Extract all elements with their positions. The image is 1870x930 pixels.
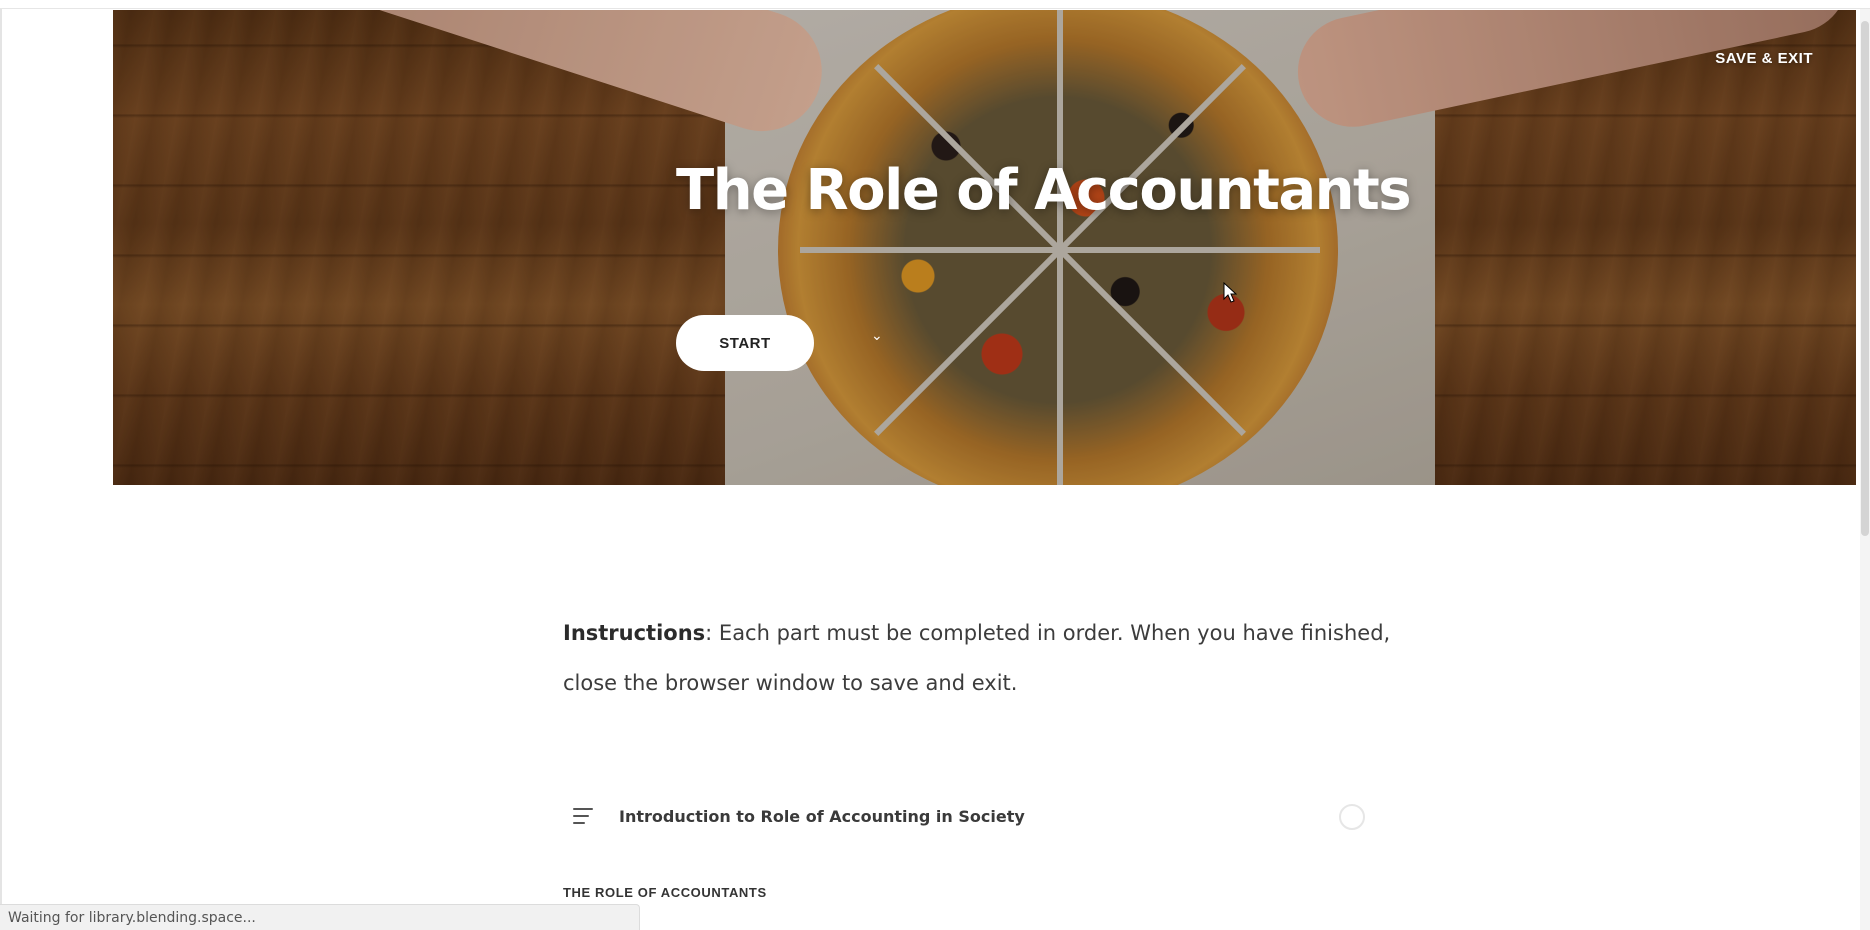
page-scrollbar[interactable]: [1860, 9, 1870, 930]
mouse-cursor-icon: [1223, 282, 1237, 303]
instructions-block: Instructions: Each part must be complete…: [563, 608, 1443, 708]
browser-status-bar: Waiting for library.blending.space...: [0, 904, 640, 930]
course-title: The Role of Accountants: [676, 158, 1412, 223]
save-exit-link[interactable]: SAVE & EXIT: [1715, 50, 1813, 67]
start-button[interactable]: START: [676, 315, 814, 371]
lesson-item[interactable]: Introduction to Role of Accounting in So…: [563, 796, 1365, 836]
hero-banner: The Role of Accountants START ⌄ SAVE & E…: [113, 10, 1856, 485]
hero-overlay: [113, 10, 1856, 485]
top-edge: [0, 0, 1870, 9]
lesson-title[interactable]: Introduction to Role of Accounting in So…: [619, 807, 1025, 826]
status-text: Waiting for library.blending.space...: [8, 910, 256, 926]
lesson-status-circle-icon: [1339, 804, 1365, 830]
text-lines-icon: [573, 808, 593, 824]
instructions-label: Instructions: [563, 621, 706, 645]
section-heading: THE ROLE OF ACCOUNTANTS: [563, 885, 767, 900]
left-divider: [0, 9, 2, 930]
chevron-down-icon[interactable]: ⌄: [871, 328, 885, 344]
scrollbar-thumb[interactable]: [1861, 21, 1869, 536]
